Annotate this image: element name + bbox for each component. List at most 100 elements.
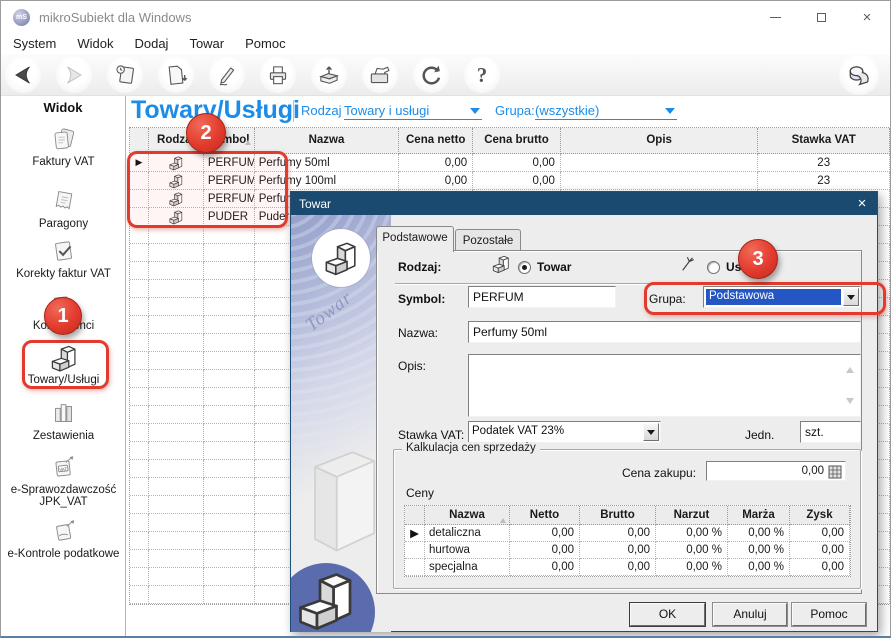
row-selector[interactable] xyxy=(130,280,149,298)
chevron-down-icon[interactable] xyxy=(643,423,659,441)
row-selector[interactable] xyxy=(130,496,149,514)
cell[interactable] xyxy=(148,424,204,442)
cell[interactable] xyxy=(148,532,204,550)
cell[interactable]: 23 xyxy=(758,172,890,190)
dialog-close-icon[interactable]: × xyxy=(847,192,877,215)
cell[interactable]: 0,00 xyxy=(580,542,656,559)
radio-towar[interactable] xyxy=(518,261,531,274)
sidebar-item-faktury-vat[interactable]: Faktury VAT xyxy=(1,125,126,168)
cell[interactable] xyxy=(148,388,204,406)
row-selector[interactable] xyxy=(130,316,149,334)
menu-pomoc[interactable]: Pomoc xyxy=(245,36,285,51)
cell[interactable] xyxy=(148,550,204,568)
cell[interactable] xyxy=(203,478,255,496)
cell[interactable] xyxy=(203,370,255,388)
cell[interactable]: 0,00 % xyxy=(728,525,790,542)
edit-icon[interactable] xyxy=(209,57,245,93)
symbol-field[interactable] xyxy=(468,286,616,308)
sidebar-item-korekty-faktur-vat[interactable]: Korekty faktur VAT xyxy=(1,237,126,280)
chevron-down-icon[interactable] xyxy=(470,108,480,119)
cell[interactable] xyxy=(148,514,204,532)
cell[interactable] xyxy=(148,370,204,388)
prices-row[interactable]: ▶ detaliczna 0,00 0,00 0,00 % 0,00 % 0,00 xyxy=(405,525,850,542)
jedn-field[interactable] xyxy=(800,421,861,443)
row-selector[interactable] xyxy=(130,478,149,496)
refresh-icon[interactable] xyxy=(413,57,449,93)
cell[interactable] xyxy=(148,568,204,586)
cell[interactable]: 0,00 xyxy=(399,172,474,190)
prices-header-brutto[interactable]: Brutto xyxy=(580,506,656,525)
row-selector[interactable] xyxy=(130,586,149,604)
cell[interactable] xyxy=(203,352,255,370)
cell[interactable] xyxy=(148,442,204,460)
cena-zakupu-field[interactable]: 0,00 xyxy=(706,461,846,481)
cell[interactable] xyxy=(148,244,204,262)
cell[interactable] xyxy=(148,460,204,478)
row-selector[interactable] xyxy=(130,334,149,352)
cell[interactable] xyxy=(148,478,204,496)
menu-widok[interactable]: Widok xyxy=(77,36,113,51)
cell[interactable] xyxy=(148,586,204,604)
cell[interactable] xyxy=(203,244,255,262)
row-selector[interactable] xyxy=(130,298,149,316)
import-icon[interactable] xyxy=(311,57,347,93)
cell[interactable] xyxy=(148,334,204,352)
row-selector[interactable] xyxy=(130,442,149,460)
cell[interactable]: 0,00 xyxy=(473,154,561,172)
cell[interactable] xyxy=(148,298,204,316)
rodzaj-filter-select[interactable]: Towary i usługi xyxy=(344,103,482,120)
row-selector[interactable] xyxy=(130,532,149,550)
menu-dodaj[interactable]: Dodaj xyxy=(134,36,168,51)
cell[interactable]: 0,00 xyxy=(510,525,580,542)
prices-row[interactable]: hurtowa 0,00 0,00 0,00 % 0,00 % 0,00 xyxy=(405,542,850,559)
cell[interactable]: 0,00 xyxy=(510,542,580,559)
row-selector[interactable] xyxy=(130,388,149,406)
help-icon[interactable]: ? xyxy=(464,57,500,93)
row-selector[interactable] xyxy=(130,406,149,424)
row-selector[interactable] xyxy=(405,559,425,576)
cell[interactable] xyxy=(203,568,255,586)
cell[interactable] xyxy=(203,532,255,550)
scroll-up-icon[interactable] xyxy=(846,363,854,373)
cell[interactable]: detaliczna xyxy=(425,525,510,542)
sidebar-item-e-sprawozdawczość-jpk-vat[interactable]: VAT e-Sprawozdawczość JPK_VAT xyxy=(1,453,126,508)
cell[interactable]: 0,00 xyxy=(790,559,850,576)
forward-icon[interactable] xyxy=(56,57,92,93)
cell[interactable] xyxy=(203,316,255,334)
cell[interactable]: 0,00 xyxy=(473,172,561,190)
cell[interactable] xyxy=(148,226,204,244)
prices-header-narzut[interactable]: Narzut xyxy=(656,506,728,525)
cell[interactable] xyxy=(148,496,204,514)
row-selector[interactable] xyxy=(130,568,149,586)
close-button[interactable]: × xyxy=(844,1,890,33)
prices-header-zysk[interactable]: Zysk xyxy=(790,506,850,525)
back-icon[interactable] xyxy=(5,57,41,93)
cell[interactable]: 0,00 xyxy=(790,525,850,542)
prices-row[interactable]: specjalna 0,00 0,00 0,00 % 0,00 % 0,00 xyxy=(405,559,850,576)
column-header-opis[interactable]: Opis xyxy=(560,128,759,154)
column-header-cena-brutto[interactable]: Cena brutto xyxy=(473,128,561,154)
sidebar-item-paragony[interactable]: Paragony xyxy=(1,187,126,230)
cell[interactable] xyxy=(203,514,255,532)
nazwa-field[interactable] xyxy=(468,321,861,343)
cell[interactable] xyxy=(203,550,255,568)
cell[interactable] xyxy=(148,316,204,334)
cell[interactable] xyxy=(203,424,255,442)
tasks-icon[interactable] xyxy=(107,57,143,93)
cell[interactable] xyxy=(203,496,255,514)
cell[interactable] xyxy=(203,388,255,406)
menu-towar[interactable]: Towar xyxy=(189,36,224,51)
cell[interactable] xyxy=(203,280,255,298)
cell[interactable]: 0,00 xyxy=(510,559,580,576)
print-icon[interactable] xyxy=(260,57,296,93)
maximize-button[interactable] xyxy=(798,1,844,33)
cancel-button[interactable]: Anuluj xyxy=(713,603,787,626)
chevron-down-icon[interactable] xyxy=(665,108,675,119)
row-selector[interactable] xyxy=(130,424,149,442)
cell[interactable] xyxy=(203,442,255,460)
cell[interactable] xyxy=(560,172,759,190)
cell[interactable]: 0,00 % xyxy=(728,559,790,576)
menu-system[interactable]: System xyxy=(13,36,56,51)
column-header-stawka-vat[interactable]: Stawka VAT xyxy=(758,128,890,154)
cell[interactable]: 0,00 xyxy=(580,525,656,542)
